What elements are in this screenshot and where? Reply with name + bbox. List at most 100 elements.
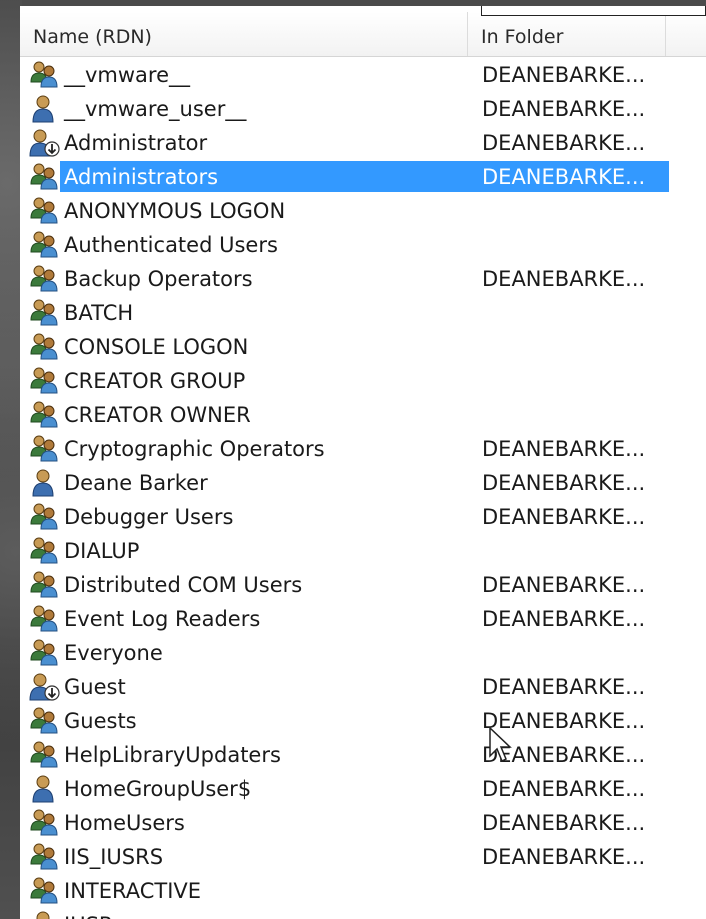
row-name: __vmware_user__: [64, 97, 247, 121]
row-in-folder: DEANEBARKE...: [482, 845, 646, 869]
user-download-icon: [28, 672, 60, 702]
row-name: BATCH: [64, 301, 134, 325]
group-icon: [28, 502, 60, 532]
group-icon: [28, 740, 60, 770]
select-users-or-groups-list: Name (RDN) In Folder __vmware__ DEANEBARK…: [20, 6, 706, 919]
row-name: Everyone: [64, 641, 163, 665]
group-icon: [28, 604, 60, 634]
row-name: Guest: [64, 675, 126, 699]
group-icon: [28, 162, 60, 192]
column-header-extra[interactable]: [666, 12, 706, 56]
row-name: Administrators: [64, 165, 219, 189]
row-name: HomeUsers: [64, 811, 185, 835]
group-icon: [28, 298, 60, 328]
user-download-icon: [28, 128, 60, 158]
row-name: Backup Operators: [64, 267, 253, 291]
group-icon: [28, 332, 60, 362]
row-in-folder: DEANEBARKE...: [482, 63, 646, 87]
group-icon: [28, 400, 60, 430]
group-icon: [28, 876, 60, 906]
list-row[interactable]: IIS_IUSRS DEANEBARKE...: [20, 840, 706, 874]
row-name: Administrator: [64, 131, 208, 155]
row-in-folder: DEANEBARKE...: [482, 131, 646, 155]
row-name: HelpLibraryUpdaters: [64, 743, 281, 767]
overlay-box: [481, 6, 706, 16]
row-name: Deane Barker: [64, 471, 208, 495]
row-name: INTERACTIVE: [64, 879, 202, 903]
column-header-in-folder[interactable]: In Folder: [468, 12, 666, 56]
list-row[interactable]: Distributed COM Users DEANEBARKE...: [20, 568, 706, 602]
row-name: Distributed COM Users: [64, 573, 303, 597]
row-name: CREATOR GROUP: [64, 369, 246, 393]
group-icon: [28, 638, 60, 668]
list-header: Name (RDN) In Folder: [20, 12, 706, 57]
row-name: Event Log Readers: [64, 607, 261, 631]
row-name: IUSR: [64, 908, 114, 919]
mouse-cursor-icon: [489, 726, 512, 763]
row-in-folder: DEANEBARKE...: [482, 777, 646, 801]
group-icon: [28, 706, 60, 736]
list-row[interactable]: INTERACTIVE: [20, 874, 706, 908]
row-in-folder: DEANEBARKE...: [482, 437, 646, 461]
row-name: CREATOR OWNER: [64, 403, 251, 427]
list-row[interactable]: __vmware__ DEANEBARKE...: [20, 58, 706, 92]
list-row[interactable]: Administrator DEANEBARKE...: [20, 126, 706, 160]
group-icon: [28, 434, 60, 464]
group-icon: [28, 196, 60, 226]
user-icon: [28, 468, 60, 498]
list-row[interactable]: Event Log Readers DEANEBARKE...: [20, 602, 706, 636]
row-in-folder: DEANEBARKE...: [482, 471, 646, 495]
group-icon: [28, 808, 60, 838]
group-icon: [28, 60, 60, 90]
list-row[interactable]: Debugger Users DEANEBARKE...: [20, 500, 706, 534]
list-row[interactable]: BATCH: [20, 296, 706, 330]
group-icon: [28, 366, 60, 396]
group-icon: [28, 264, 60, 294]
user-icon: [28, 774, 60, 804]
list-row[interactable]: HelpLibraryUpdaters DEANEBARKE...: [20, 738, 706, 772]
user-icon: [28, 94, 60, 124]
list-row[interactable]: Deane Barker DEANEBARKE...: [20, 466, 706, 500]
list-row[interactable]: IUSR: [20, 908, 706, 919]
list-row[interactable]: CREATOR OWNER: [20, 398, 706, 432]
list-row[interactable]: Administrators DEANEBARKE...: [20, 160, 706, 194]
row-name: IIS_IUSRS: [64, 845, 164, 869]
row-name: CONSOLE LOGON: [64, 335, 249, 359]
row-in-folder: DEANEBARKE...: [482, 607, 646, 631]
row-in-folder: DEANEBARKE...: [482, 675, 646, 699]
list-row[interactable]: Everyone: [20, 636, 706, 670]
row-in-folder: DEANEBARKE...: [482, 573, 646, 597]
user-icon: [28, 910, 60, 919]
row-name: ANONYMOUS LOGON: [64, 199, 286, 223]
row-name: HomeGroupUser$: [64, 777, 252, 801]
group-icon: [28, 842, 60, 872]
list-row[interactable]: HomeGroupUser$ DEANEBARKE...: [20, 772, 706, 806]
background-surround: [0, 0, 22, 919]
row-in-folder: DEANEBARKE...: [482, 505, 646, 529]
list-row[interactable]: Backup Operators DEANEBARKE...: [20, 262, 706, 296]
list-row[interactable]: ANONYMOUS LOGON: [20, 194, 706, 228]
list-row[interactable]: CREATOR GROUP: [20, 364, 706, 398]
row-in-folder: DEANEBARKE...: [482, 267, 646, 291]
list-row[interactable]: Guest DEANEBARKE...: [20, 670, 706, 704]
group-icon: [28, 536, 60, 566]
list-row[interactable]: Authenticated Users: [20, 228, 706, 262]
list-row[interactable]: CONSOLE LOGON: [20, 330, 706, 364]
column-header-name[interactable]: Name (RDN): [20, 12, 468, 56]
group-icon: [28, 230, 60, 260]
list-row[interactable]: HomeUsers DEANEBARKE...: [20, 806, 706, 840]
list-row[interactable]: Guests DEANEBARKE...: [20, 704, 706, 738]
row-in-folder: DEANEBARKE...: [482, 811, 646, 835]
list-row[interactable]: Cryptographic Operators DEANEBARKE...: [20, 432, 706, 466]
row-name: Authenticated Users: [64, 233, 278, 257]
row-in-folder: DEANEBARKE...: [482, 97, 646, 121]
row-name: __vmware__: [64, 63, 191, 87]
list-row[interactable]: DIALUP: [20, 534, 706, 568]
row-in-folder: DEANEBARKE...: [482, 165, 646, 189]
group-icon: [28, 570, 60, 600]
row-name: DIALUP: [64, 539, 140, 563]
row-name: Cryptographic Operators: [64, 437, 325, 461]
row-name: Guests: [64, 709, 137, 733]
row-name: Debugger Users: [64, 505, 234, 529]
list-row[interactable]: __vmware_user__ DEANEBARKE...: [20, 92, 706, 126]
